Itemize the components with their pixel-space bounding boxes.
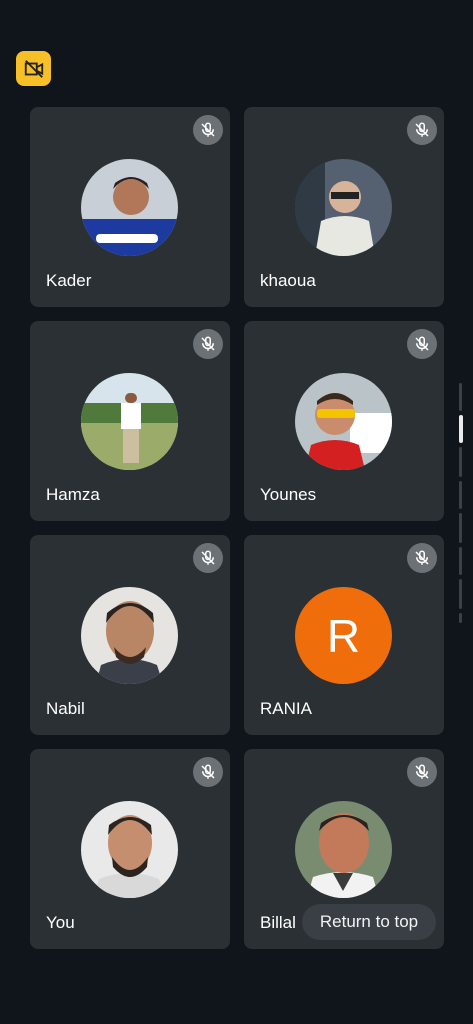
avatar [81, 801, 178, 898]
scroll-segment [459, 547, 462, 575]
participant-name: khaoua [260, 271, 316, 290]
mic-off-icon [193, 329, 223, 359]
participant-name: Younes [260, 485, 317, 504]
avatar [295, 801, 392, 898]
scroll-segment [459, 447, 462, 477]
mic-off-icon [407, 115, 437, 145]
mic-off-icon [407, 757, 437, 787]
avatar [81, 159, 178, 256]
avatar [295, 159, 392, 256]
avatar [81, 587, 178, 684]
participant-grid: Kader khaoua Hamza Younes Nabil R RANIA … [30, 107, 444, 949]
participant-tile[interactable]: You [30, 749, 230, 949]
camera-off-badge[interactable] [16, 51, 51, 86]
avatar-initial: R [295, 587, 392, 684]
mic-off-icon [193, 757, 223, 787]
participant-name: You [46, 913, 75, 932]
scroll-segment [459, 481, 462, 509]
participant-tile[interactable]: R RANIA [244, 535, 444, 735]
scroll-segment [459, 579, 462, 609]
scroll-thumb [458, 415, 463, 443]
participant-tile[interactable]: Younes [244, 321, 444, 521]
return-to-top-button[interactable]: Return to top [302, 904, 436, 940]
participant-tile[interactable]: Kader [30, 107, 230, 307]
participant-name: RANIA [260, 699, 312, 718]
participant-name: Nabil [46, 699, 85, 718]
scroll-indicator[interactable] [458, 383, 463, 627]
participant-name: Billal [260, 913, 296, 932]
participant-tile[interactable]: Nabil [30, 535, 230, 735]
mic-off-icon [407, 543, 437, 573]
mic-off-icon [407, 329, 437, 359]
mic-off-icon [193, 543, 223, 573]
scroll-segment [459, 383, 462, 411]
camera-off-icon [24, 59, 43, 78]
participant-tile[interactable]: Hamza [30, 321, 230, 521]
mic-off-icon [193, 115, 223, 145]
avatar [295, 373, 392, 470]
scroll-segment [459, 513, 462, 543]
participant-tile[interactable]: khaoua [244, 107, 444, 307]
participant-name: Hamza [46, 485, 100, 504]
participant-name: Kader [46, 271, 92, 290]
scroll-segment [459, 613, 462, 623]
avatar [81, 373, 178, 470]
